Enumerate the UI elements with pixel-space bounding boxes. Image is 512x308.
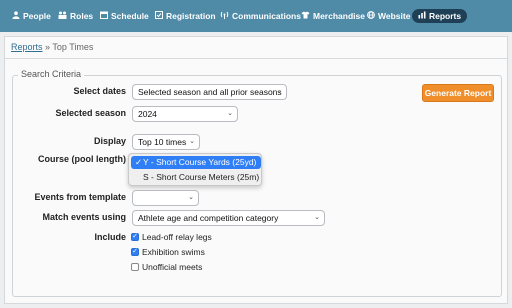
include-label: Include (94, 232, 126, 242)
nav-communications[interactable]: Communications (220, 9, 301, 23)
match-events-label: Match events using (42, 212, 126, 222)
top-nav: People Roles Schedule Registration Commu… (0, 0, 512, 32)
include-leadoff-checkbox[interactable]: ✓ Lead-off relay legs (131, 231, 212, 242)
checklist-icon (155, 11, 163, 21)
checkbox-unchecked-icon[interactable] (131, 262, 139, 271)
nav-people[interactable]: People (12, 9, 51, 23)
course-option-label: Y - Short Course Yards (25yd) (143, 157, 257, 167)
checkbox-label: Unofficial meets (142, 261, 203, 272)
nav-label: Merchandise (313, 11, 365, 21)
fieldset-legend: Search Criteria (18, 69, 85, 79)
nav-label: Reports (429, 11, 462, 21)
select-dates-dropdown[interactable]: Selected season and all prior seasons ⌄ (132, 84, 287, 100)
events-template-label: Events from template (34, 192, 126, 202)
nav-label: People (23, 11, 51, 21)
nav-label: Registration (166, 11, 216, 21)
checkbox-checked-icon[interactable]: ✓ (131, 247, 139, 256)
checkbox-label: Exhibition swims (142, 246, 205, 257)
broadcast-icon (220, 11, 229, 21)
display-value: Top 10 times (138, 137, 187, 147)
calendar-icon (100, 11, 108, 21)
select-dates-value: Selected season and all prior seasons (138, 87, 282, 97)
nav-label: Schedule (111, 11, 149, 21)
bar-chart-icon (418, 11, 426, 21)
course-label: Course (pool length) (38, 154, 126, 164)
person-icon (12, 11, 20, 21)
roles-icon (58, 11, 67, 21)
nav-label: Website (378, 11, 411, 21)
course-option-yards[interactable]: ✓Y - Short Course Yards (25yd) (131, 156, 261, 169)
include-exhibition-checkbox[interactable]: ✓ Exhibition swims (131, 246, 205, 257)
breadcrumb-reports-link[interactable]: Reports (11, 42, 43, 52)
chevron-down-icon: ⌄ (314, 214, 320, 221)
chevron-down-icon: ⌄ (276, 88, 282, 95)
nav-roles[interactable]: Roles (58, 9, 93, 23)
match-events-value: Athlete age and competition category (138, 213, 279, 223)
nav-schedule[interactable]: Schedule (100, 9, 149, 23)
generate-report-button[interactable]: Generate Report (422, 84, 494, 102)
course-dropdown-list[interactable]: ✓Y - Short Course Yards (25yd) S - Short… (128, 153, 262, 186)
course-option-meters[interactable]: S - Short Course Meters (25m) (131, 171, 261, 184)
breadcrumb-separator: » (45, 42, 51, 52)
divider (5, 58, 507, 59)
checkbox-label: Lead-off relay legs (142, 231, 212, 242)
selected-season-dropdown[interactable]: 2024 ⌄ (132, 106, 238, 122)
match-events-dropdown[interactable]: Athlete age and competition category ⌄ (132, 210, 325, 226)
course-option-label: S - Short Course Meters (25m) (143, 172, 260, 182)
nav-registration[interactable]: Registration (155, 9, 216, 23)
nav-reports[interactable]: Reports (412, 9, 468, 23)
nav-merchandise[interactable]: Merchandise (301, 9, 365, 23)
nav-label: Communications (232, 11, 301, 21)
nav-label: Roles (70, 11, 94, 21)
checkmark-icon: ✓ (135, 157, 143, 167)
chevron-down-icon: ⌄ (227, 110, 233, 117)
display-dropdown[interactable]: Top 10 times ⌄ (132, 134, 200, 150)
events-template-dropdown[interactable]: ⌄ (132, 190, 199, 206)
selected-season-value: 2024 (138, 109, 157, 119)
nav-website[interactable]: Website (367, 9, 410, 23)
breadcrumb-current: Top Times (52, 42, 94, 52)
chevron-down-icon: ⌄ (188, 194, 194, 201)
display-label: Display (93, 136, 126, 146)
checkbox-checked-icon[interactable]: ✓ (131, 232, 139, 241)
include-unofficial-checkbox[interactable]: Unofficial meets (131, 261, 202, 272)
chevron-down-icon: ⌄ (189, 138, 195, 145)
globe-icon (367, 11, 375, 21)
select-dates-label: Select dates (73, 86, 126, 96)
shirt-icon (301, 11, 310, 21)
breadcrumb: Reports » Top Times (11, 42, 93, 52)
selected-season-label: Selected season (55, 108, 126, 118)
